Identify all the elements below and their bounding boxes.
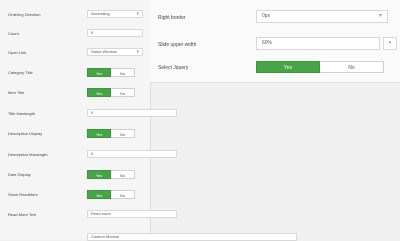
- item-title-toggle[interactable]: Yes No: [87, 88, 135, 97]
- right-settings-panel: Right border 0px ▾ Slide upper width 60%…: [150, 0, 400, 83]
- left-settings-panel: Ordering Direction Ascending ▾ Count 5 O…: [0, 0, 297, 241]
- slide-upper-width-value: 60%: [262, 40, 273, 46]
- show-readmore-toggle[interactable]: Yes No: [87, 190, 135, 199]
- date-display-toggle[interactable]: Yes No: [87, 170, 135, 179]
- count-input[interactable]: 5: [87, 29, 143, 37]
- select-jquery-toggle[interactable]: Yes No: [256, 61, 384, 73]
- slide-upper-width-input[interactable]: 60%: [256, 37, 380, 50]
- item-title-label: Item Title: [8, 90, 25, 95]
- description-maxlength-label: Description Maxlength: [8, 152, 48, 157]
- description-maxlength-input[interactable]: 0: [87, 150, 177, 158]
- readmore-text-value: Read more: [91, 211, 111, 216]
- title-maxlength-value: 0: [91, 110, 94, 115]
- select-jquery-no[interactable]: No: [320, 61, 384, 73]
- custom-module-value: Custom Module: [91, 234, 120, 239]
- open-link-select[interactable]: Same Window ▾: [87, 48, 143, 56]
- count-label: Count: [8, 31, 19, 36]
- chevron-down-icon: ▾: [136, 49, 139, 55]
- description-display-no[interactable]: No: [111, 129, 135, 138]
- ordering-direction-label: Ordering Direction: [8, 12, 41, 17]
- chevron-down-icon: ▾: [136, 11, 139, 17]
- chevron-down-icon: ▾: [378, 13, 382, 19]
- description-display-label: Description Display: [8, 131, 43, 136]
- plus-icon[interactable]: ▪: [383, 37, 397, 50]
- select-jquery-label: Select Jquery: [158, 65, 189, 71]
- item-title-yes[interactable]: Yes: [87, 88, 111, 97]
- category-title-yes[interactable]: Yes: [87, 68, 111, 77]
- description-display-toggle[interactable]: Yes No: [87, 129, 135, 138]
- description-maxlength-value: 0: [91, 151, 94, 156]
- ordering-direction-value: Ascending: [91, 11, 110, 16]
- title-maxlength-label: Title Maxlength: [8, 111, 35, 116]
- item-title-no[interactable]: No: [111, 88, 135, 97]
- open-link-label: Open Link: [8, 50, 27, 55]
- count-value: 5: [91, 30, 94, 35]
- description-display-yes[interactable]: Yes: [87, 129, 111, 138]
- right-border-select[interactable]: 0px ▾: [256, 10, 388, 23]
- open-link-value: Same Window: [91, 49, 117, 54]
- readmore-text-input[interactable]: Read more: [87, 210, 177, 218]
- ordering-direction-select[interactable]: Ascending ▾: [87, 10, 143, 18]
- category-title-label: Category Title: [8, 70, 33, 75]
- readmore-text-label: Read More Text: [8, 212, 37, 217]
- show-readmore-no[interactable]: No: [111, 190, 135, 199]
- right-border-label: Right border: [158, 15, 186, 21]
- date-display-yes[interactable]: Yes: [87, 170, 111, 179]
- date-display-no[interactable]: No: [111, 170, 135, 179]
- category-title-toggle[interactable]: Yes No: [87, 68, 135, 77]
- title-maxlength-input[interactable]: 0: [87, 109, 177, 117]
- show-readmore-yes[interactable]: Yes: [87, 190, 111, 199]
- date-display-label: Date Display: [8, 172, 31, 177]
- category-title-no[interactable]: No: [111, 68, 135, 77]
- right-border-value: 0px: [262, 13, 271, 19]
- show-readmore-label: Show ReadMore: [8, 192, 38, 197]
- slide-upper-width-label: Slide upper width: [158, 42, 197, 48]
- select-jquery-yes[interactable]: Yes: [256, 61, 320, 73]
